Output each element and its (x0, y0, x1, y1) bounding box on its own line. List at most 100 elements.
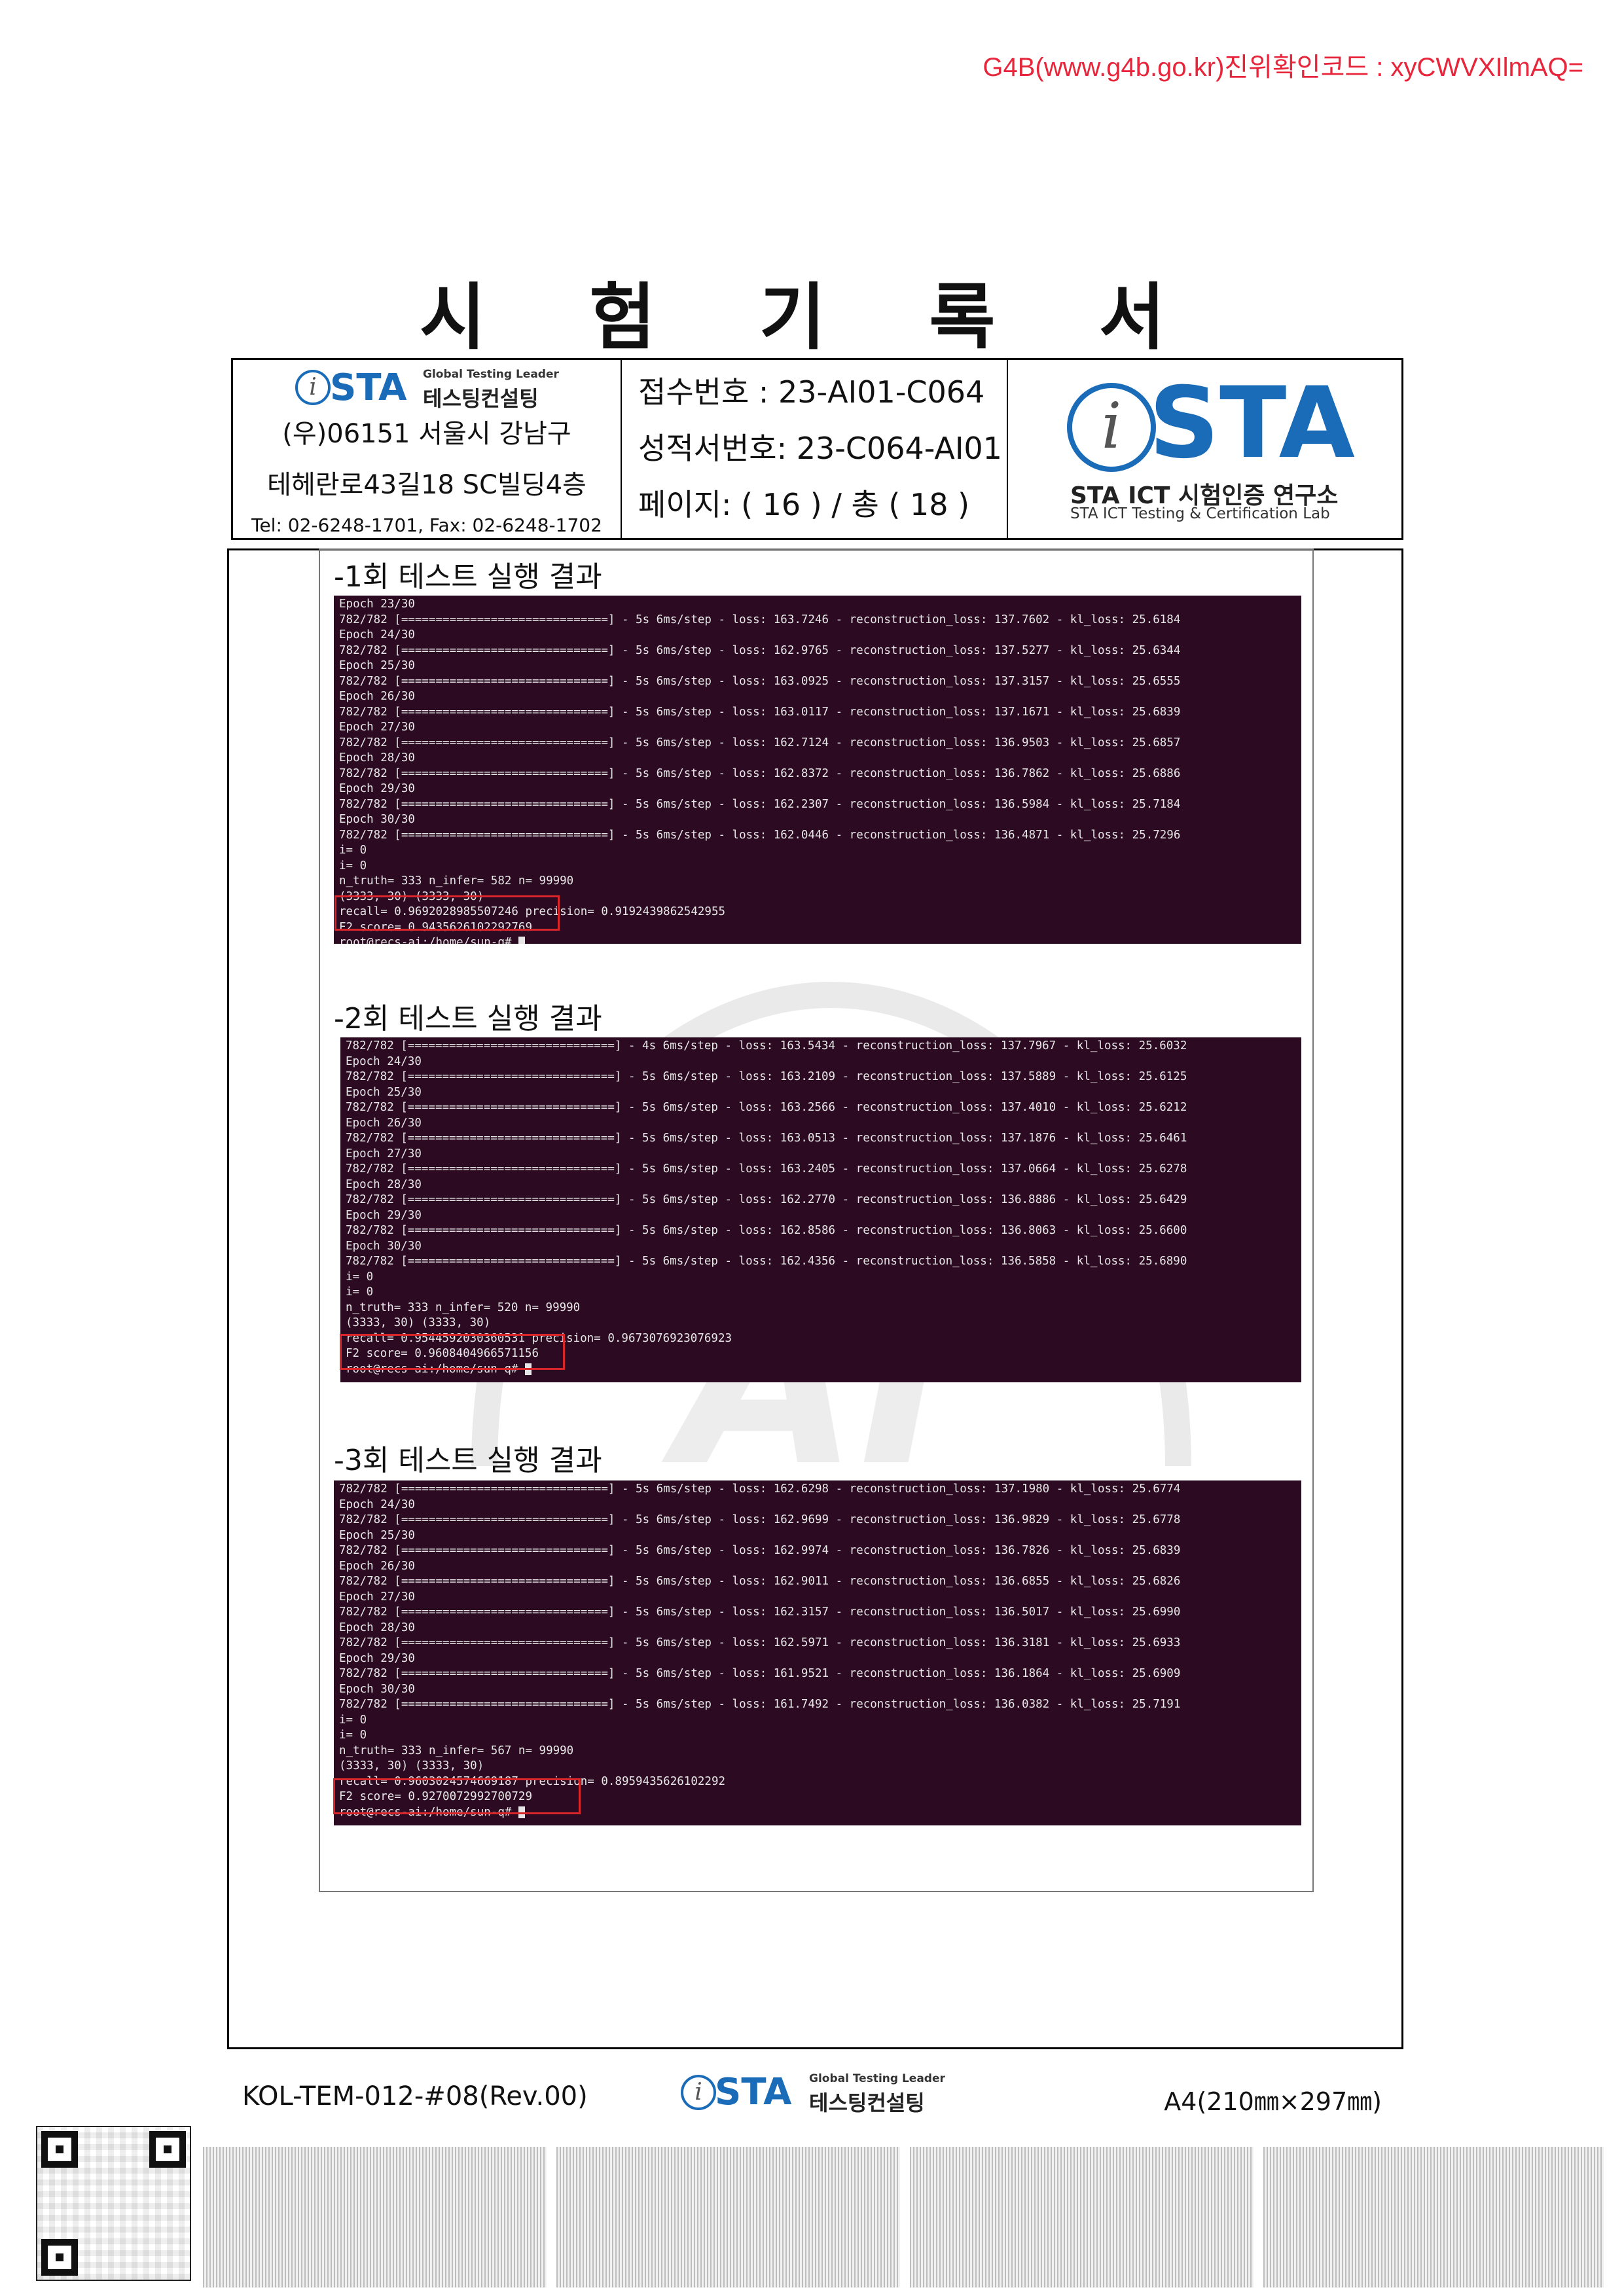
terminal-line: i= 0 (339, 1729, 367, 1742)
terminal-line: 782/782 [==============================]… (339, 643, 1181, 657)
lab-logo-word: STA (1149, 367, 1355, 480)
sta-footer-logo-icon: i (681, 2075, 716, 2110)
company-logo: i STA Global Testing Leader 테스팅컨설팅 (233, 367, 621, 411)
terminal-line: root@recs-ai:/home/sun-q# (339, 935, 1296, 944)
terminal-line: i= 0 (339, 859, 367, 872)
logo-word: STA (330, 367, 407, 409)
terminal-line: 782/782 [==============================]… (346, 1039, 1187, 1052)
receipt-number: 접수번호 : 23-AI01-C064 (638, 374, 985, 410)
terminal-line: Epoch 26/30 (346, 1116, 422, 1130)
terminal-line: Epoch 23/30 (339, 598, 415, 611)
terminal-line: 782/782 [==============================]… (346, 1070, 1187, 1083)
run-1-terminal: Epoch 23/30 782/782 [====================… (334, 596, 1301, 944)
company-info-cell: i STA Global Testing Leader 테스팅컨설팅 (우)06… (233, 360, 622, 538)
terminal-line: 782/782 [==============================]… (339, 674, 1181, 688)
terminal-line: 782/782 [==============================]… (346, 1162, 1187, 1175)
terminal-line: 782/782 [==============================]… (339, 1575, 1181, 1588)
run-3-result-highlight (333, 1778, 581, 1814)
terminal-line: Epoch 26/30 (339, 690, 415, 703)
qr-finder (41, 2239, 78, 2276)
terminal-line: 782/782 [==============================]… (339, 1605, 1181, 1619)
terminal-line: 782/782 [==============================]… (339, 766, 1181, 780)
form-code: KOL-TEM-012-#08(Rev.00) (242, 2081, 588, 2111)
security-pattern-3 (910, 2147, 1254, 2287)
run-2-result-highlight (340, 1334, 565, 1370)
terminal-line: n_truth= 333 n_infer= 582 n= 99990 (339, 874, 574, 888)
terminal-line: 782/782 [==============================]… (346, 1224, 1187, 1237)
terminal-line: Epoch 27/30 (339, 721, 415, 734)
terminal-line: 782/782 [==============================]… (339, 1513, 1181, 1526)
run-2-label: -2회 테스트 실행 결과 (334, 1002, 602, 1035)
terminal-line: Epoch 26/30 (339, 1559, 415, 1573)
terminal-line: Epoch 30/30 (339, 1682, 415, 1696)
terminal-line: Epoch 25/30 (339, 659, 415, 672)
address-line-1: (우)06151 서울시 강남구 (282, 419, 571, 449)
terminal-line: 782/782 [==============================]… (339, 705, 1181, 719)
terminal-line: Epoch 24/30 (339, 1498, 415, 1511)
company-name: 테스팅컨설팅 (423, 386, 539, 411)
lab-logo-cell: i STA STA ICT 시험인증 연구소 STA ICT Testing &… (1008, 360, 1401, 538)
terminal-line: n_truth= 333 n_infer= 520 n= 99990 (346, 1300, 581, 1314)
terminal-line: i= 0 (346, 1285, 374, 1299)
terminal-line: Epoch 25/30 (346, 1085, 422, 1099)
report-number: 성적서번호: 23-C064-AI01 (638, 431, 1002, 466)
qr-finder (41, 2131, 78, 2168)
sta-logo-icon: i (295, 370, 331, 405)
run-1-result-highlight (334, 895, 560, 931)
terminal-line: (3333, 30) (3333, 30) (346, 1316, 491, 1329)
terminal-line: 782/782 [==============================]… (339, 1667, 1181, 1680)
security-pattern-4 (1263, 2147, 1604, 2287)
sta-lab-logo-icon: i (1067, 383, 1156, 472)
terminal-line: 782/782 [==============================]… (346, 1255, 1187, 1268)
terminal-line: Epoch 29/30 (339, 782, 415, 795)
contact-info: Tel: 02-6248-1701, Fax: 02-6248-1702 (251, 514, 602, 536)
terminal-line: Epoch 28/30 (346, 1177, 422, 1191)
terminal-output: 782/782 [==============================]… (339, 1482, 1296, 1820)
qr-finder (149, 2131, 186, 2168)
security-pattern-2 (556, 2147, 900, 2287)
terminal-line: Epoch 28/30 (339, 1621, 415, 1634)
terminal-line: (3333, 30) (3333, 30) (339, 1759, 484, 1772)
terminal-line: 782/782 [==============================]… (339, 1636, 1181, 1649)
terminal-line: Epoch 30/30 (346, 1239, 422, 1253)
terminal-output: 782/782 [==============================]… (346, 1039, 1296, 1377)
cursor-block (518, 937, 525, 944)
footer-company-name: 테스팅컨설팅 (809, 2090, 925, 2115)
terminal-line: Epoch 28/30 (339, 751, 415, 764)
paper-size: A4(210㎜×297㎜) (1164, 2087, 1382, 2116)
page-info: 페이지: ( 16 ) / 총 ( 18 ) (638, 487, 970, 522)
address-line-2: 테헤란로43길18 SC빌딩4층 (267, 470, 586, 500)
terminal-line: 782/782 [==============================]… (339, 1698, 1181, 1711)
run-3-terminal: 782/782 [==============================]… (334, 1480, 1301, 1825)
terminal-line: i= 0 (346, 1270, 374, 1283)
terminal-line: Epoch 27/30 (339, 1590, 415, 1604)
terminal-line: 782/782 [==============================]… (339, 1544, 1181, 1557)
terminal-line: 782/782 [==============================]… (339, 613, 1181, 626)
terminal-line: i= 0 (339, 844, 367, 857)
terminal-line: Epoch 24/30 (346, 1054, 422, 1068)
terminal-line: 782/782 [==============================]… (339, 828, 1181, 842)
terminal-output: Epoch 23/30 782/782 [====================… (339, 597, 1296, 944)
terminal-line: n_truth= 333 n_infer= 567 n= 99990 (339, 1744, 574, 1757)
security-pattern-1 (203, 2147, 547, 2287)
terminal-line: Epoch 25/30 (339, 1528, 415, 1542)
terminal-line: i= 0 (339, 1713, 367, 1727)
terminal-line: 782/782 [==============================]… (346, 1193, 1187, 1206)
header-box: i STA Global Testing Leader 테스팅컨설팅 (우)06… (231, 358, 1403, 540)
footer-logo: i STA Global Testing Leader 테스팅컨설팅 (681, 2068, 956, 2121)
footer-logo-word: STA (715, 2071, 792, 2113)
run-2-terminal: 782/782 [==============================]… (340, 1037, 1301, 1382)
terminal-line: 782/782 [==============================]… (339, 736, 1181, 749)
terminal-line: Epoch 24/30 (339, 628, 415, 641)
terminal-line: 782/782 [==============================]… (346, 1132, 1187, 1145)
terminal-line: Epoch 29/30 (339, 1651, 415, 1665)
run-3-label: -3회 테스트 실행 결과 (334, 1444, 602, 1477)
lab-name-english: STA ICT Testing & Certification Lab (1070, 505, 1330, 522)
terminal-line: Epoch 30/30 (339, 813, 415, 826)
qr-code (36, 2126, 191, 2281)
terminal-line: 782/782 [==============================]… (346, 1101, 1187, 1114)
run-1-label: -1회 테스트 실행 결과 (334, 560, 602, 594)
terminal-line: 782/782 [==============================]… (339, 797, 1181, 811)
company-tagline: Global Testing Leader (423, 368, 559, 381)
terminal-line: Epoch 27/30 (346, 1147, 422, 1160)
